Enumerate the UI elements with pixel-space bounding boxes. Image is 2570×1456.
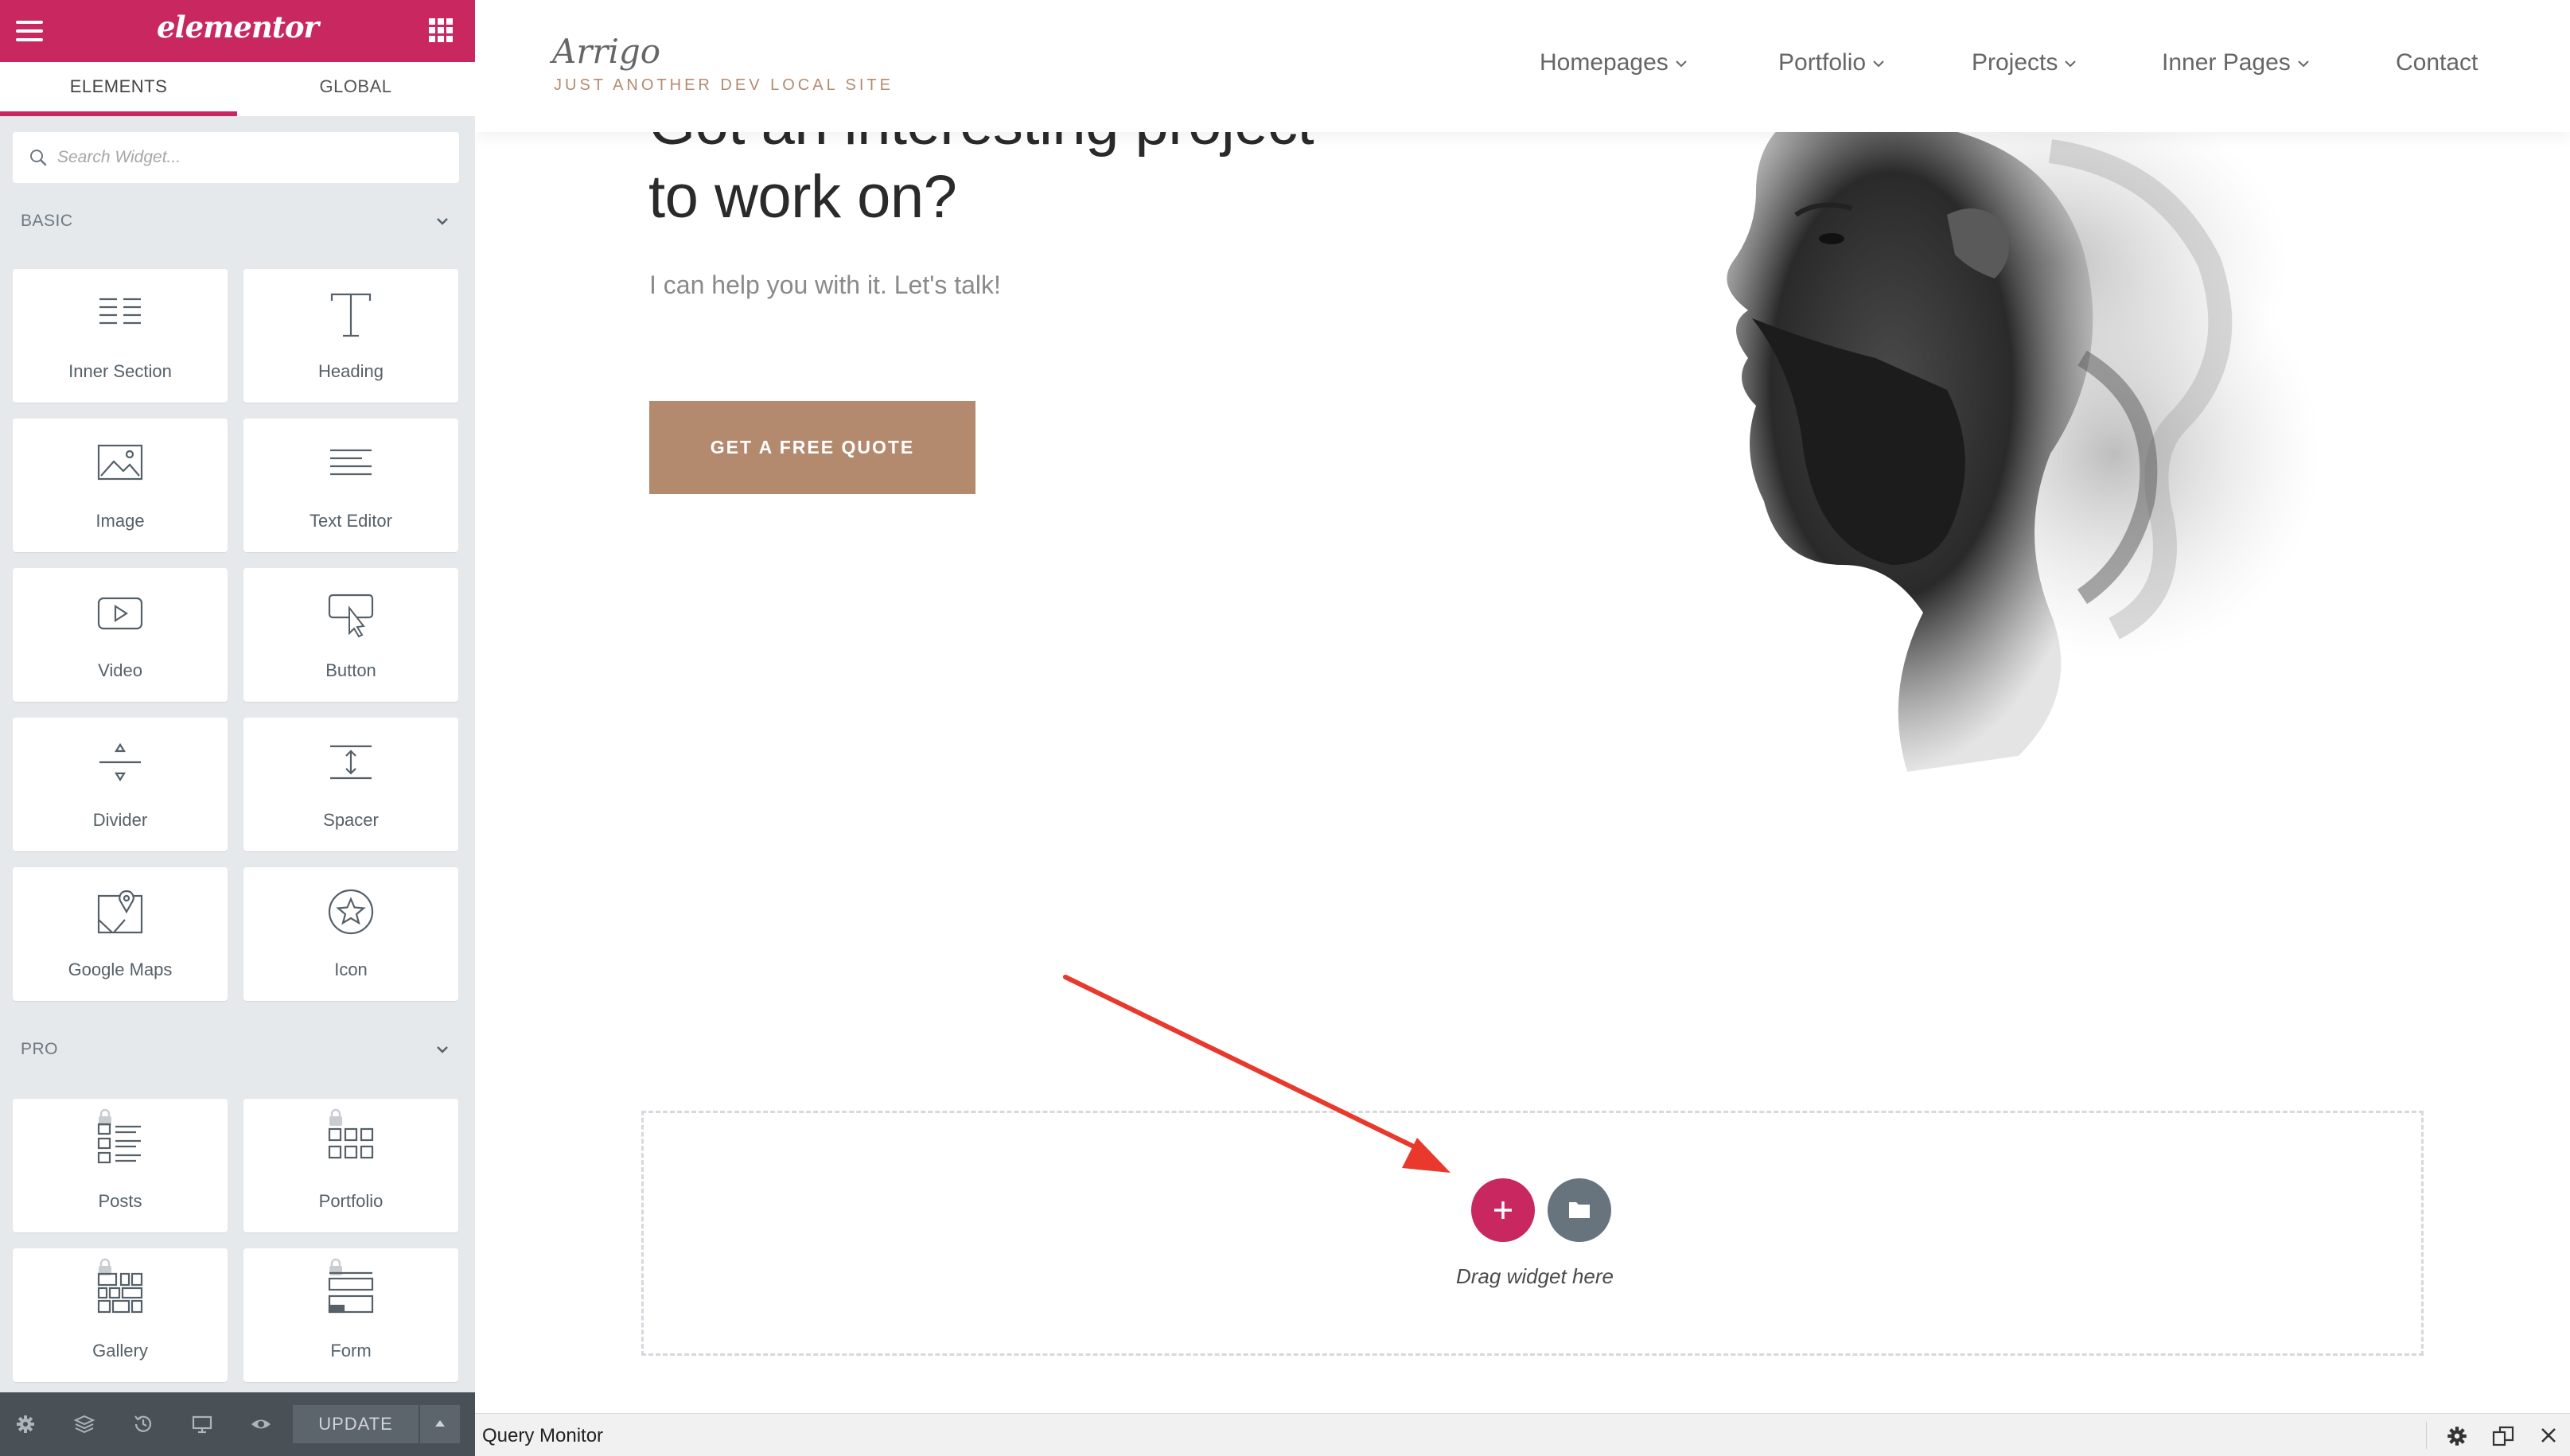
widget-portfolio[interactable]: Portfolio bbox=[243, 1099, 458, 1232]
widget-gallery[interactable]: Gallery bbox=[13, 1248, 228, 1382]
widget-google-maps[interactable]: Google Maps bbox=[13, 867, 228, 1001]
nav-item-contact[interactable]: Contact bbox=[2396, 49, 2478, 76]
elementor-panel: elementor ELEMENTS GLOBAL BASIC Inner Se… bbox=[0, 0, 475, 1456]
search-input[interactable] bbox=[57, 140, 447, 175]
page-preview: Got an interesting project to work on? I… bbox=[475, 0, 2570, 1413]
video-icon bbox=[97, 597, 143, 630]
widget-text-editor[interactable]: Text Editor bbox=[243, 419, 458, 552]
inner-section-icon bbox=[99, 298, 141, 325]
widget-video[interactable]: Video bbox=[13, 568, 228, 702]
add-new-section-button[interactable] bbox=[1471, 1178, 1535, 1242]
history-icon[interactable] bbox=[132, 1413, 154, 1435]
spacer-icon bbox=[330, 745, 372, 780]
nav-item-inner-pages[interactable]: Inner Pages bbox=[2162, 49, 2310, 76]
widget-icon[interactable]: Icon bbox=[243, 867, 458, 1001]
nav-item-portfolio[interactable]: Portfolio bbox=[1778, 49, 1885, 76]
widget-label: Divider bbox=[92, 810, 148, 830]
widget-form[interactable]: Form bbox=[243, 1248, 458, 1382]
widget-spacer[interactable]: Spacer bbox=[243, 718, 458, 851]
panel-footer: UPDATE bbox=[0, 1392, 475, 1456]
settings-icon[interactable] bbox=[14, 1413, 37, 1435]
site-tagline: JUST ANOTHER DEV LOCAL SITE bbox=[554, 76, 894, 94]
widget-label: Video bbox=[98, 660, 142, 680]
hero-heading-line: to work on? bbox=[648, 163, 957, 231]
folder-icon bbox=[1569, 1202, 1590, 1218]
star-icon bbox=[328, 889, 374, 935]
widget-label: Portfolio bbox=[318, 1191, 384, 1211]
responsive-icon[interactable] bbox=[191, 1413, 213, 1435]
nav-item-label: Inner Pages bbox=[2162, 49, 2291, 76]
chevron-down-icon bbox=[1873, 60, 1884, 68]
site-title[interactable]: Arrigo bbox=[552, 32, 660, 71]
portrait-image[interactable] bbox=[1605, 119, 2401, 788]
preview-icon[interactable] bbox=[250, 1413, 272, 1435]
widget-label: Heading bbox=[318, 361, 384, 381]
divider-icon bbox=[99, 742, 141, 782]
widget-label: Google Maps bbox=[68, 960, 173, 979]
chevron-down-icon[interactable] bbox=[434, 1041, 450, 1057]
posts-icon bbox=[97, 1123, 141, 1164]
nav-item-label: Contact bbox=[2396, 49, 2478, 76]
chevron-down-icon bbox=[2298, 60, 2309, 68]
add-section-drop-zone[interactable]: Drag widget here bbox=[641, 1111, 2424, 1356]
widget-label: Spacer bbox=[323, 810, 379, 830]
widget-divider[interactable]: Divider bbox=[13, 718, 228, 851]
query-monitor-bar: Query Monitor bbox=[475, 1413, 2570, 1456]
widgets-grid-icon[interactable] bbox=[429, 18, 453, 42]
image-icon bbox=[97, 444, 143, 481]
update-options-button[interactable] bbox=[420, 1405, 460, 1443]
site-header: Arrigo JUST ANOTHER DEV LOCAL SITE Homep… bbox=[475, 0, 2570, 132]
widget-heading[interactable]: Heading bbox=[243, 269, 458, 403]
dock-toggle-icon[interactable] bbox=[2491, 1424, 2515, 1448]
divider bbox=[2426, 1422, 2427, 1449]
widget-label: Posts bbox=[98, 1191, 142, 1211]
nav-item-label: Projects bbox=[1972, 49, 2058, 76]
gear-icon[interactable] bbox=[2445, 1424, 2469, 1448]
close-icon[interactable] bbox=[2537, 1424, 2560, 1446]
widget-label: Gallery bbox=[92, 1341, 148, 1361]
tab-global[interactable]: GLOBAL bbox=[237, 62, 474, 116]
plus-icon bbox=[1494, 1201, 1512, 1219]
widget-label: Form bbox=[330, 1341, 372, 1361]
widget-button[interactable]: Button bbox=[243, 568, 458, 702]
widget-label: Text Editor bbox=[310, 511, 392, 531]
drag-widget-hint: Drag widget here bbox=[1456, 1264, 1614, 1288]
search-widget-box bbox=[13, 132, 459, 183]
button-icon bbox=[328, 594, 374, 638]
navigator-icon[interactable] bbox=[73, 1413, 95, 1435]
widget-label: Inner Section bbox=[68, 361, 172, 381]
nav-item-homepages[interactable]: Homepages bbox=[1540, 49, 1688, 76]
widget-label: Image bbox=[95, 511, 145, 531]
widget-posts[interactable]: Posts bbox=[13, 1099, 228, 1232]
panel-header: elementor bbox=[0, 0, 475, 62]
portfolio-icon bbox=[328, 1127, 374, 1159]
chevron-down-icon bbox=[1676, 60, 1687, 68]
get-quote-button[interactable]: GET A FREE QUOTE bbox=[649, 401, 975, 494]
panel-tabs: ELEMENTS GLOBAL bbox=[0, 62, 475, 116]
category-title-pro: PRO bbox=[21, 1040, 59, 1058]
hero-subtitle[interactable]: I can help you with it. Let's talk! bbox=[649, 271, 1001, 300]
gallery-icon bbox=[97, 1272, 143, 1314]
widget-inner-section[interactable]: Inner Section bbox=[13, 269, 228, 403]
caret-up-icon bbox=[435, 1420, 445, 1427]
query-monitor-title[interactable]: Query Monitor bbox=[482, 1425, 603, 1447]
add-template-button[interactable] bbox=[1548, 1178, 1611, 1242]
category-title-basic: BASIC bbox=[21, 212, 73, 230]
update-button[interactable]: UPDATE bbox=[293, 1405, 419, 1443]
nav-item-projects[interactable]: Projects bbox=[1972, 49, 2077, 76]
tab-elements[interactable]: ELEMENTS bbox=[0, 62, 237, 116]
text-editor-icon bbox=[330, 449, 372, 476]
widget-image[interactable]: Image bbox=[13, 419, 228, 552]
heading-icon bbox=[330, 293, 372, 337]
google-maps-icon bbox=[97, 890, 143, 934]
widget-label: Icon bbox=[334, 960, 368, 979]
elementor-logo: elementor bbox=[157, 10, 319, 45]
widget-label: Button bbox=[325, 660, 376, 680]
form-icon bbox=[328, 1271, 374, 1314]
chevron-down-icon[interactable] bbox=[434, 213, 450, 229]
search-icon bbox=[30, 150, 47, 166]
nav-item-label: Homepages bbox=[1540, 49, 1669, 76]
nav-item-label: Portfolio bbox=[1778, 49, 1867, 76]
chevron-down-icon bbox=[2065, 60, 2077, 68]
